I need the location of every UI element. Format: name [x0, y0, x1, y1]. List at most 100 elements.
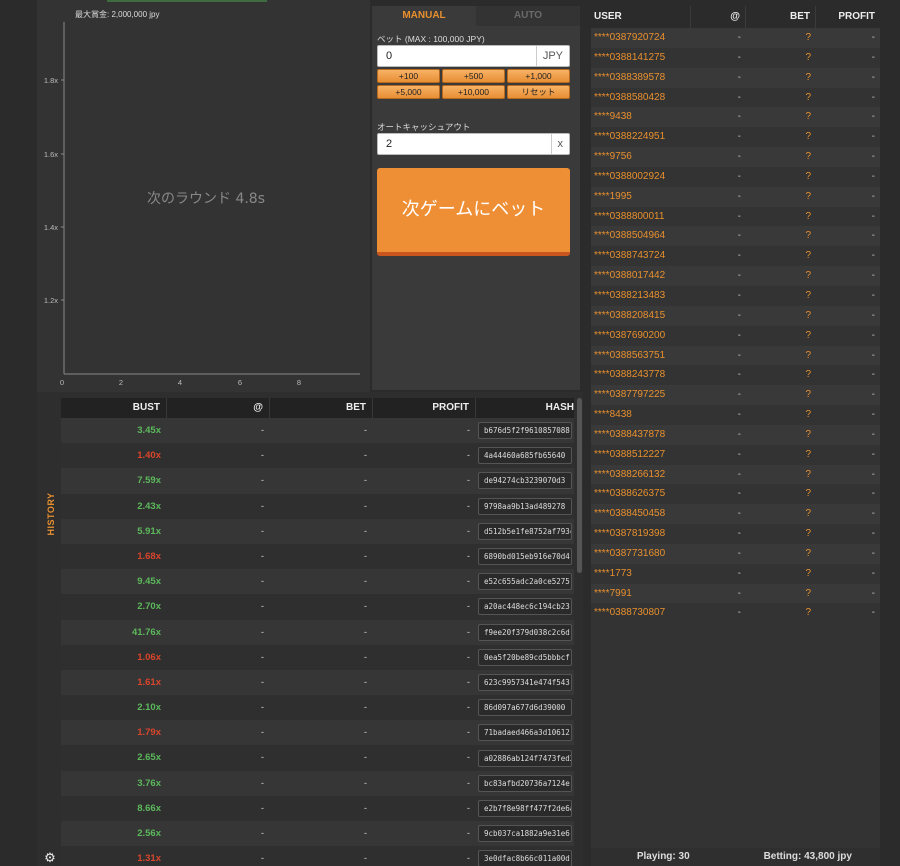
- player-cashout-at: -: [737, 468, 741, 480]
- hash-field[interactable]: 623c9957341e474f543: [478, 673, 572, 691]
- bust-multiplier: 7.59x: [137, 475, 161, 487]
- player-bet: ?: [805, 349, 811, 361]
- hash-field[interactable]: f9ee20f379d038c2c6d: [478, 623, 572, 641]
- player-user: ****0388580428: [594, 91, 666, 103]
- history-row: 1.68x - - -6890bd015eb916e70d4: [61, 543, 574, 570]
- reset-button[interactable]: リセット: [507, 85, 570, 99]
- player-row: ****0387920724 -? -: [591, 28, 880, 48]
- hash-field[interactable]: de94274cb3239070d3: [478, 472, 572, 490]
- player-cashout-at: -: [737, 230, 741, 242]
- history-profit: -: [466, 601, 470, 613]
- history-profit: -: [466, 752, 470, 764]
- hash-field[interactable]: e2b7f8e98ff477f2de6a: [478, 799, 572, 817]
- gear-icon[interactable]: ⚙: [43, 851, 57, 865]
- player-row: ****0388243778 -? -: [591, 365, 880, 386]
- bet-amount-field[interactable]: 0 JPY: [377, 45, 570, 67]
- bust-multiplier: 1.06x: [137, 651, 161, 663]
- player-cashout-at: -: [737, 289, 741, 301]
- player-cashout-at: -: [737, 151, 741, 163]
- autocashout-field[interactable]: 2 x: [377, 133, 570, 155]
- hash-field[interactable]: e52c655adc2a0ce5275: [478, 573, 572, 591]
- hash-field[interactable]: 4a44460a685fb65640: [478, 447, 572, 465]
- history-bet: -: [363, 828, 367, 839]
- history-profit: -: [466, 853, 470, 865]
- player-row: ****0387797225 -? -: [591, 385, 880, 406]
- player-cashout-at: -: [737, 607, 741, 619]
- currency-suffix: JPY: [535, 46, 569, 66]
- x-tick-label: 6: [238, 378, 242, 387]
- player-bet: ?: [805, 210, 811, 222]
- player-profit: -: [871, 369, 875, 381]
- history-cashout-at: -: [260, 752, 264, 764]
- history-row: 9.45x - - - e52c655adc2a0ce5275: [61, 569, 574, 595]
- add-5000-button[interactable]: +5,000: [377, 85, 440, 99]
- player-bet: ?: [805, 151, 811, 163]
- next-round-countdown: 次のラウンド 4.8s: [147, 191, 266, 207]
- player-cashout-at: -: [737, 309, 741, 321]
- hash-cell: 0ea5f20be89cd5bbbcf: [476, 645, 574, 670]
- player-bet: ?: [805, 131, 811, 143]
- add-10000-button[interactable]: +10,000: [442, 85, 505, 99]
- bet-amount-value[interactable]: 0: [378, 50, 536, 62]
- history-row: 1.06x - - -0ea5f20be89cd5bbbcf: [61, 644, 574, 670]
- hash-field[interactable]: 71badaed466a3d10612: [478, 724, 572, 742]
- player-user: ****0388224951: [594, 131, 666, 143]
- history-row: 8.66x - - - e2b7f8e98ff477f2de6a: [61, 795, 574, 821]
- bust-multiplier: 2.70x: [137, 601, 161, 613]
- history-bet: -: [363, 475, 367, 487]
- history-profit: -: [466, 727, 470, 739]
- graph-panel: 1.8x 1.6x 1.4x 1.2x 0 2 4 6 8 最大賞金: 2,000,000 j…: [37, 0, 370, 392]
- bet-amount-label: ベット (MAX : 100,000 JPY): [377, 34, 485, 44]
- player-user: ****0388141275: [594, 51, 666, 63]
- hash-field[interactable]: 0ea5f20be89cd5bbbcf: [478, 648, 572, 666]
- player-profit: -: [871, 210, 875, 222]
- player-profit: -: [871, 607, 875, 619]
- player-user: ****9756: [594, 151, 632, 163]
- quick-bet-buttons: +100 +500 +1,000 +5,000 +10,000 リセット: [377, 69, 570, 99]
- history-scrollbar[interactable]: [577, 398, 582, 573]
- player-user: ****0387690200: [594, 329, 666, 341]
- hash-field[interactable]: 6890bd015eb916e70d4: [478, 548, 572, 566]
- hash-field[interactable]: 9cb037ca1882a9e31e6: [478, 825, 572, 843]
- hash-field[interactable]: 9798aa9b13ad489278: [478, 497, 572, 515]
- hash-field[interactable]: bc83afbd20736a7124e: [478, 774, 572, 792]
- player-user: ****0388800011: [594, 210, 665, 222]
- hash-field[interactable]: a20ac448ec6c194cb23: [478, 598, 572, 616]
- autocashout-label: オートキャッシュアウト: [377, 122, 471, 132]
- hash-field[interactable]: a02886ab124f7473fed3: [478, 749, 572, 767]
- players-list: ****0387920724-? - ****0388141275-? - ****03…: [591, 28, 880, 624]
- hash-field[interactable]: d512b5e1fe8752af793c: [478, 522, 572, 540]
- hash-field[interactable]: 86d097a677d6d39000: [478, 699, 572, 717]
- bust-multiplier: 5.91x: [137, 525, 161, 537]
- hash-field[interactable]: 3e0dfac8b66c011a00d: [478, 850, 572, 866]
- add-1000-button[interactable]: +1,000: [507, 69, 570, 83]
- place-bet-button[interactable]: 次ゲームにベット: [377, 168, 570, 256]
- history-label-text: HISTORY: [46, 492, 56, 536]
- player-user: ****0388266132: [594, 468, 666, 480]
- player-row: ****1773 -? -: [591, 563, 880, 584]
- hash-cell: 4a44460a685fb65640: [476, 443, 574, 468]
- add-100-button[interactable]: +100: [377, 69, 440, 83]
- history-profit: -: [466, 777, 470, 789]
- player-cashout-at: -: [737, 32, 741, 43]
- autocashout-value[interactable]: 2: [378, 138, 551, 150]
- player-user: ****0387731680: [594, 547, 666, 559]
- player-row: ****0388389578 -? -: [591, 67, 880, 88]
- player-bet: ?: [805, 91, 811, 103]
- tab-manual[interactable]: MANUAL: [372, 6, 476, 26]
- history-side-tab[interactable]: HISTORY: [41, 487, 61, 547]
- player-profit: -: [871, 428, 875, 440]
- bust-multiplier: 2.56x: [137, 828, 161, 839]
- player-row: ****9756 -? -: [591, 147, 880, 167]
- player-cashout-at: -: [737, 448, 741, 460]
- multiplier-suffix: x: [550, 134, 570, 154]
- history-bet: -: [363, 727, 367, 739]
- player-user: ****0388208415: [594, 309, 666, 321]
- add-500-button[interactable]: +500: [442, 69, 505, 83]
- hash-cell: bc83afbd20736a7124e: [476, 771, 574, 796]
- hash-field[interactable]: b676d5f2f9610857088: [478, 422, 572, 440]
- history-profit: -: [466, 500, 470, 512]
- hash-cell: d512b5e1fe8752af793c: [476, 519, 574, 544]
- tab-auto[interactable]: AUTO: [476, 6, 580, 26]
- player-bet: ?: [805, 488, 811, 500]
